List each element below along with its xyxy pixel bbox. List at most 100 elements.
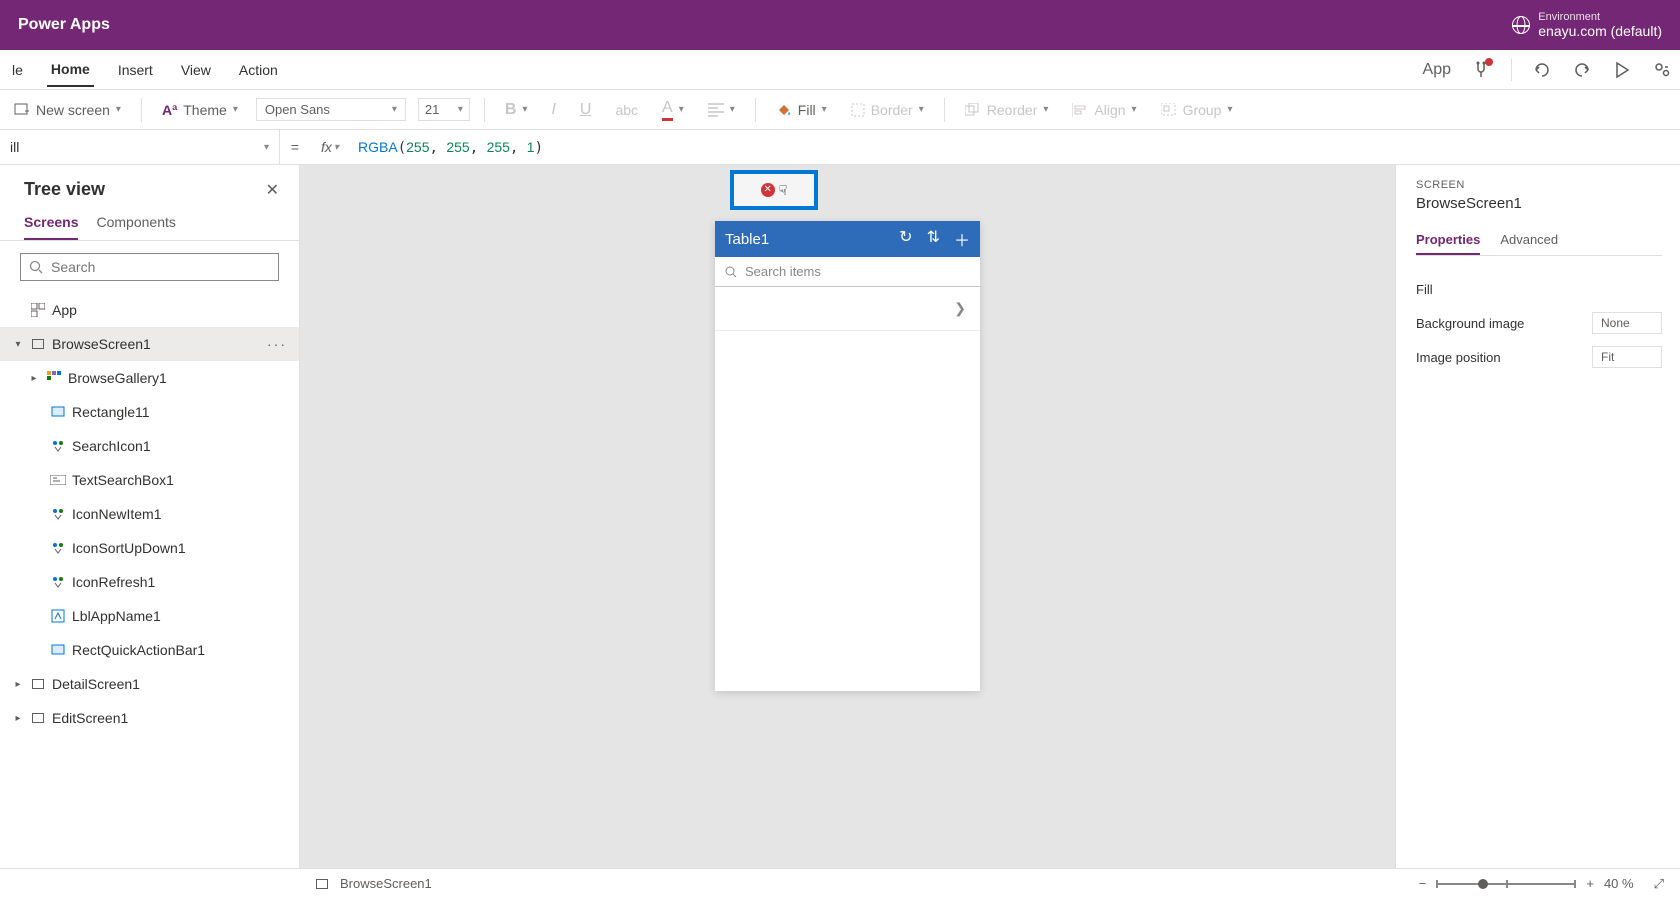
prop-row-bgimage: Background image None [1416,306,1662,340]
fill-button[interactable]: Fill▾ [770,98,833,122]
align-button[interactable]: Align▾ [1066,98,1142,122]
tree-node-rectquickactionbar1[interactable]: RectQuickActionBar1 [0,633,299,667]
expand-icon[interactable]: ▸ [12,713,24,724]
zoom-out-button[interactable]: − [1419,876,1427,891]
prop-row-imgpos: Image position Fit [1416,340,1662,374]
redo-icon[interactable] [1572,60,1592,80]
play-icon[interactable] [1612,60,1632,80]
tab-file[interactable]: le [8,54,27,86]
share-icon[interactable] [1652,60,1672,80]
tree-view-pane: Tree view ✕ Screens Components App ▾ Bro… [0,165,300,868]
reorder-button[interactable]: Reorder▾ [959,98,1055,122]
align-icon [1072,103,1088,117]
screen-icon [316,879,328,889]
error-icon: ✕ [761,183,775,197]
fill-icon [776,102,792,118]
canvas[interactable]: ✕ ☟ Table1 ↻ ⇅ ＋ Search items ❯ [300,165,1395,868]
app-header: Power Apps Environment enayu.com (defaul… [0,0,1680,50]
tree-node-browsescreen1[interactable]: ▾ BrowseScreen1 ··· [0,327,299,361]
bold-button[interactable]: B▾ [499,97,534,123]
close-icon[interactable]: ✕ [266,180,279,200]
tree-search-box[interactable] [20,253,279,281]
main-area: Tree view ✕ Screens Components App ▾ Bro… [0,165,1680,868]
group-icon [1161,103,1177,117]
tree-node-textsearchbox1[interactable]: TextSearchBox1 [0,463,299,497]
img-pos-value[interactable]: Fit [1592,346,1662,368]
tab-insert[interactable]: Insert [114,54,157,86]
tree-node-iconsortupdown1[interactable]: IconSortUpDown1 [0,531,299,565]
environment-picker[interactable]: Environment enayu.com (default) [1512,11,1662,39]
tree-node-browsegallery1[interactable]: ▸ BrowseGallery1 [0,361,299,395]
tab-action[interactable]: Action [235,54,282,86]
bg-image-value[interactable]: None [1592,312,1662,334]
fx-button[interactable]: fx▾ [310,139,350,155]
tree-node-searchicon1[interactable]: SearchIcon1 [0,429,299,463]
status-breadcrumb[interactable]: BrowseScreen1 [340,876,432,891]
tree-view-title: Tree view [24,179,105,200]
search-icon [29,260,43,274]
tab-view[interactable]: View [177,54,215,86]
app-checker-icon[interactable] [1471,60,1491,80]
screen-icon [30,336,46,352]
group-button[interactable]: Group▾ [1155,98,1239,122]
tree-node-rectangle11[interactable]: Rectangle11 [0,395,299,429]
props-object-name: BrowseScreen1 [1416,195,1662,212]
props-tab-advanced[interactable]: Advanced [1500,226,1558,255]
tree-tab-components[interactable]: Components [96,206,175,240]
underline-button[interactable]: U [574,97,598,123]
undo-icon[interactable] [1532,60,1552,80]
chevron-right-icon: ❯ [954,300,966,317]
refresh-icon[interactable]: ↻ [899,227,912,251]
new-screen-button[interactable]: New screen ▾ [8,98,127,122]
theme-button[interactable]: Aª Theme ▾ [156,98,244,122]
fullscreen-icon[interactable]: ⤢ [1654,876,1664,892]
more-icon[interactable]: ··· [267,336,287,352]
gallery-row[interactable]: ❯ [715,287,980,331]
font-select[interactable]: Open Sans▾ [256,98,406,121]
globe-icon [1512,16,1530,34]
icon-control-icon [50,438,66,454]
zoom-in-button[interactable]: + [1586,876,1594,891]
tree-node-iconnewitem1[interactable]: IconNewItem1 [0,497,299,531]
environment-name: enayu.com (default) [1538,23,1662,39]
phone-preview[interactable]: Table1 ↻ ⇅ ＋ Search items ❯ [715,221,980,691]
tree-node-app[interactable]: App [0,293,299,327]
sort-icon[interactable]: ⇅ [927,227,940,251]
icon-control-icon [50,574,66,590]
text-align-button[interactable]: ▾ [702,99,741,121]
toolbar: New screen ▾ Aª Theme ▾ Open Sans▾ 21▾ B… [0,90,1680,130]
properties-pane: SCREEN BrowseScreen1 Properties Advanced… [1395,165,1680,868]
property-selector[interactable]: ill ▾ [0,130,280,164]
phone-search-box[interactable]: Search items [715,257,980,287]
add-icon[interactable]: ＋ [954,227,970,251]
zoom-slider[interactable] [1436,883,1576,885]
font-color-button[interactable]: A▾ [656,95,690,125]
app-dropdown[interactable]: App [1423,61,1451,79]
italic-button[interactable]: I [545,97,561,123]
collapse-icon[interactable]: ▾ [12,339,24,350]
strike-button[interactable]: abc [609,98,644,122]
icon-control-icon [50,506,66,522]
label-icon [50,608,66,624]
selection-box[interactable]: ✕ ☟ [730,170,818,210]
phone-header-bar: Table1 ↻ ⇅ ＋ [715,221,980,257]
font-size-select[interactable]: 21▾ [418,98,470,121]
tree-tab-screens[interactable]: Screens [24,206,78,240]
app-title: Power Apps [18,16,110,34]
tree-node-iconrefresh1[interactable]: IconRefresh1 [0,565,299,599]
formula-input[interactable]: RGBA(255, 255, 255, 1) [350,139,1680,156]
search-icon [725,266,737,278]
tree-search-input[interactable] [51,259,270,275]
expand-icon[interactable]: ▸ [28,373,40,384]
border-icon [851,103,865,117]
expand-icon[interactable]: ▸ [12,679,24,690]
prop-row-fill: Fill [1416,272,1662,306]
rectangle-icon [50,404,66,420]
icon-control-icon [50,540,66,556]
tree-node-lblappname1[interactable]: LblAppName1 [0,599,299,633]
tab-home[interactable]: Home [47,53,94,87]
props-tab-properties[interactable]: Properties [1416,226,1480,255]
tree-node-detailscreen1[interactable]: ▸ DetailScreen1 [0,667,299,701]
tree-node-editscreen1[interactable]: ▸ EditScreen1 [0,701,299,735]
border-button[interactable]: Border▾ [845,98,930,122]
